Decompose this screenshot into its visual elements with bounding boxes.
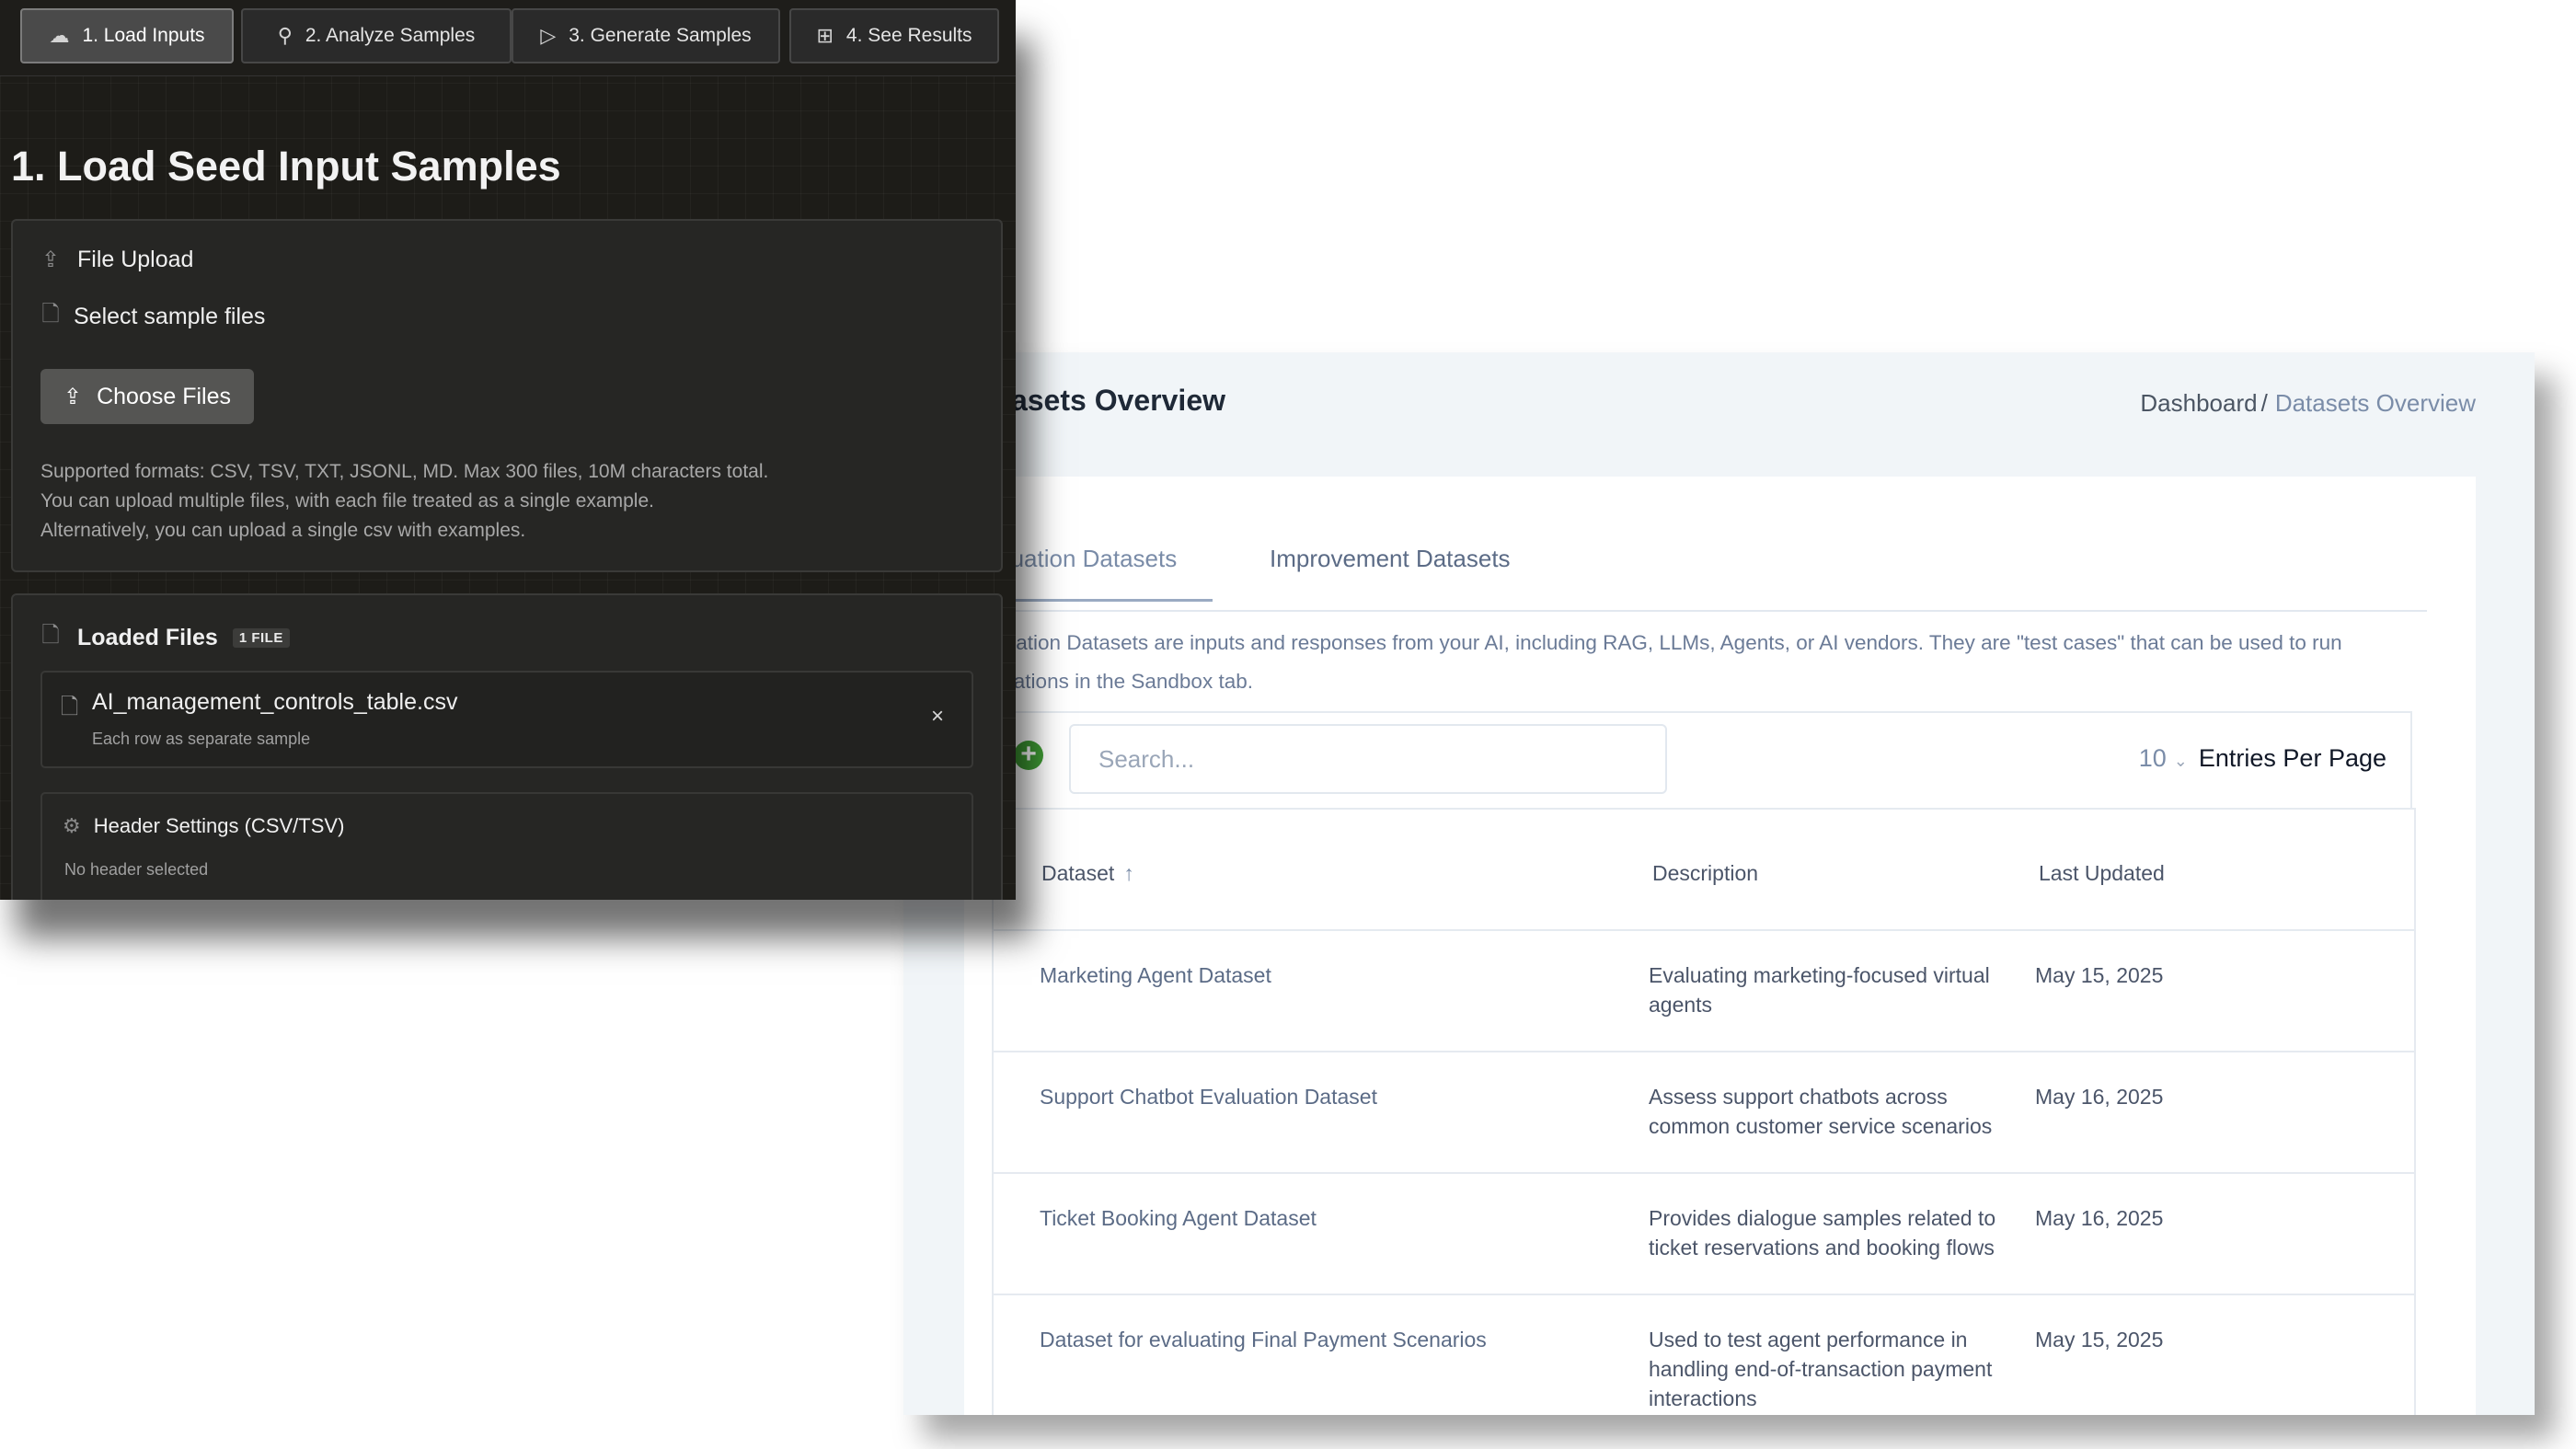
dataset-updated: May 15, 2025 <box>2035 1328 2164 1351</box>
dataset-updated: May 15, 2025 <box>2035 963 2164 987</box>
file-icon: 🗋 <box>61 695 79 719</box>
entries-select[interactable]: 10 <box>2139 744 2167 772</box>
tab-description: Evaluation Datasets are inputs and respo… <box>964 631 2342 693</box>
header-settings-title: ⚙ Header Settings (CSV/TSV) <box>63 814 345 837</box>
column-last-updated[interactable]: Last Updated <box>2039 861 2165 886</box>
dataset-description: Evaluating marketing-focused virtual age… <box>1649 963 1990 1017</box>
wizard-window: ☁ 1. Load Inputs ⚲ 2. Analyze Samples ▷ 3. … <box>0 0 1016 900</box>
loaded-files-title: 🗋 Loaded Files 1 FILE <box>40 619 290 657</box>
file-name: AI_management_controls_table.csv <box>92 689 458 715</box>
file-mode: Each row as separate sample <box>92 730 311 748</box>
step-generate-samples[interactable]: ▷ 3. Generate Samples <box>512 8 780 63</box>
file-count-badge: 1 FILE <box>232 628 290 648</box>
file-icon: 🗋 <box>41 302 60 327</box>
dataset-name[interactable]: Support Chatbot Evaluation Dataset <box>1040 1082 1377 1111</box>
dataset-description: Assess support chatbots across common cu… <box>1649 1085 1993 1138</box>
select-files-label: 🗋 Select sample files <box>40 298 265 336</box>
dataset-updated: May 16, 2025 <box>2035 1206 2164 1230</box>
header-settings[interactable]: ⚙ Header Settings (CSV/TSV) No header sel… <box>40 792 973 900</box>
dataset-description: Used to test agent performance in handli… <box>1649 1328 1993 1410</box>
table-toolbar: + 10 ⌄ Entries Per Page <box>992 711 2412 810</box>
datasets-card: Evaluation Datasets Improvement Datasets… <box>964 477 2476 1415</box>
step-bar: ☁ 1. Load Inputs ⚲ 2. Analyze Samples ▷ 3. … <box>0 0 1016 76</box>
table-row[interactable]: Ticket Booking Agent Dataset Provides di… <box>994 1174 2414 1295</box>
file-upload-panel: ⇪ File Upload 🗋 Select sample files ⇪ Choos… <box>11 219 1003 572</box>
search-icon: ⚲ <box>277 24 293 47</box>
entries-label: Entries Per Page <box>2198 744 2386 772</box>
chevron-down-icon[interactable]: ⌄ <box>2174 752 2188 770</box>
upload-icon: ⇪ <box>40 247 61 272</box>
dataset-name[interactable]: Ticket Booking Agent Dataset <box>1040 1203 1317 1233</box>
dataset-name[interactable]: Dataset for evaluating Final Payment Sce… <box>1040 1325 1487 1354</box>
table-row[interactable]: Marketing Agent Dataset Evaluating marke… <box>994 931 2414 1052</box>
step-load-inputs[interactable]: ☁ 1. Load Inputs <box>20 8 234 63</box>
breadcrumb-dashboard[interactable]: Dashboard <box>2140 389 2257 417</box>
choose-files-button[interactable]: ⇪ Choose Files <box>40 369 254 424</box>
upload-icon: ⇪ <box>63 384 83 409</box>
remove-file-button[interactable]: × <box>931 704 944 730</box>
gear-icon: ⚙ <box>63 814 81 837</box>
breadcrumb-current: Datasets Overview <box>2274 389 2476 417</box>
upload-cloud-icon: ☁ <box>49 24 70 47</box>
breadcrumb: Dashboard / Datasets Overview <box>2140 389 2476 418</box>
search-input[interactable] <box>1069 724 1667 794</box>
entries-per-page: 10 ⌄ Entries Per Page <box>2139 744 2386 773</box>
dataset-description: Provides dialogue samples related to tic… <box>1649 1206 1996 1259</box>
datasets-table: Dataset ↑ Description Last Updated Market… <box>992 808 2416 1415</box>
add-dataset-button[interactable]: + <box>1014 741 1043 770</box>
plus-circle-icon: + <box>1020 739 1037 769</box>
table-row[interactable]: Dataset for evaluating Final Payment Sce… <box>994 1295 2414 1415</box>
table-header: Dataset ↑ Description Last Updated <box>994 810 2414 931</box>
column-dataset[interactable]: Dataset ↑ <box>1041 861 1134 886</box>
breadcrumb-separator: / <box>2260 389 2268 417</box>
play-icon: ▷ <box>540 24 557 47</box>
tab-improvement-datasets[interactable]: Improvement Datasets <box>1270 545 1511 573</box>
dataset-updated: May 16, 2025 <box>2035 1085 2164 1109</box>
wizard-heading: 1. Load Seed Input Samples <box>11 143 561 190</box>
step-analyze-samples[interactable]: ⚲ 2. Analyze Samples <box>241 8 512 63</box>
table-row[interactable]: Support Chatbot Evaluation Dataset Asses… <box>994 1052 2414 1174</box>
column-description[interactable]: Description <box>1652 861 1758 886</box>
file-upload-title: ⇪ File Upload <box>40 247 194 272</box>
grid-icon: ⊞ <box>816 24 834 47</box>
arrow-up-icon[interactable]: ↑ <box>1123 861 1134 885</box>
step-see-results[interactable]: ⊞ 4. See Results <box>789 8 999 63</box>
header-settings-value: No header selected <box>64 860 209 879</box>
file-icon: 🗋 <box>41 623 60 648</box>
dataset-name[interactable]: Marketing Agent Dataset <box>1040 960 1271 990</box>
datasets-window: Datasets Overview Dashboard / Datasets Ove… <box>903 352 2535 1415</box>
loaded-files-panel: 🗋 Loaded Files 1 FILE 🗋 AI_management_cont… <box>11 593 1003 900</box>
tab-bar: Evaluation Datasets Improvement Datasets <box>964 477 2427 612</box>
loaded-file-item: 🗋 AI_management_controls_table.csv Each … <box>40 671 973 768</box>
upload-hint: Supported formats: CSV, TSV, TXT, JSONL,… <box>40 461 769 541</box>
